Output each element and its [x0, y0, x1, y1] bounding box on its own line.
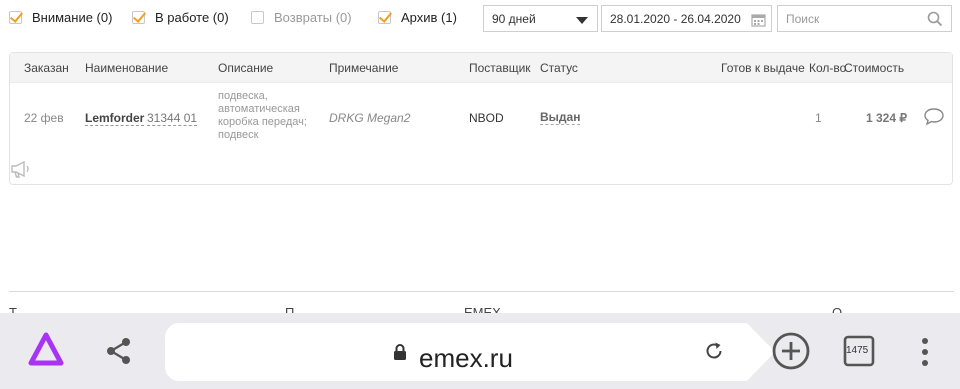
column-header-quantity: Кол-во [809, 61, 847, 75]
column-header-ordered: Заказан [24, 61, 69, 75]
checkbox-box[interactable] [378, 10, 391, 24]
checkbox-box[interactable] [251, 10, 264, 24]
column-header-name: Наименование [85, 61, 169, 75]
browser-toolbar: emex.ru 1475 [0, 313, 960, 389]
url-text[interactable]: emex.ru [419, 343, 513, 374]
lock-icon [393, 343, 407, 366]
reload-icon[interactable] [703, 340, 725, 367]
footer-text: EMEX [464, 305, 501, 313]
filter-archive-checkbox[interactable]: Архив (1) [378, 8, 457, 26]
column-header-price: Стоимость [844, 61, 905, 75]
chevron-down-icon [576, 17, 588, 24]
tab-count: 1475 [846, 345, 869, 356]
orders-table: Заказан Наименование Описание Примечание… [9, 52, 953, 185]
column-header-status: Статус [540, 61, 578, 75]
column-header-ready: Готов к выдаче [721, 61, 805, 75]
footer-text: Т [9, 305, 17, 313]
item-description: подвеска, автоматическая коробка передач… [218, 90, 307, 141]
column-header-supplier: Поставщик [469, 61, 531, 75]
date-range-input[interactable]: 28.01.2020 - 26.04.2020 [601, 5, 772, 32]
footer-text: О [832, 305, 843, 313]
menu-icon[interactable] [921, 337, 929, 372]
filter-bar: Внимание (0) В работе (0) Возвраты (0) А… [0, 0, 960, 36]
brand-link[interactable]: Lemforder [85, 111, 145, 126]
checkbox-box[interactable] [132, 10, 145, 24]
item-quantity: 1 [815, 111, 822, 125]
search-input[interactable]: Поиск [777, 5, 952, 32]
footer-divider [9, 291, 954, 292]
item-note: DRKG Megan2 [329, 111, 411, 125]
tabs-icon[interactable]: 1475 [843, 335, 875, 367]
order-date: 22 фев [24, 111, 64, 125]
item-price: 1 324 ₽ [866, 111, 907, 125]
megaphone-icon[interactable] [10, 160, 32, 181]
period-select-value: 90 дней [492, 11, 536, 26]
filter-in-work-label: В работе (0) [155, 9, 229, 25]
filter-archive-label: Архив (1) [401, 9, 457, 25]
filter-attention-label: Внимание (0) [32, 9, 113, 25]
filter-returns-label: Возвраты (0) [274, 9, 352, 25]
share-icon[interactable] [104, 336, 134, 371]
column-header-note: Примечание [329, 61, 399, 75]
comment-icon[interactable] [923, 107, 945, 130]
page: Внимание (0) В работе (0) Возвраты (0) А… [0, 0, 960, 389]
new-tab-icon[interactable] [771, 331, 811, 376]
item-supplier: NBOD [469, 111, 504, 125]
filter-attention-checkbox[interactable]: Внимание (0) [9, 8, 112, 26]
address-bar[interactable]: emex.ru [165, 323, 775, 381]
footer-text: П [285, 305, 295, 313]
calendar-icon[interactable] [751, 12, 766, 30]
status-badge[interactable]: Выдан [540, 110, 581, 125]
checkbox-box[interactable] [9, 10, 22, 24]
alice-icon[interactable] [27, 332, 65, 373]
filter-in-work-checkbox[interactable]: В работе (0) [132, 8, 229, 26]
column-header-description: Описание [218, 61, 274, 75]
table-header: Заказан Наименование Описание Примечание… [10, 53, 952, 83]
date-range-value: 28.01.2020 - 26.04.2020 [610, 11, 741, 26]
period-select[interactable]: 90 дней [483, 5, 598, 32]
filter-returns-checkbox[interactable]: Возвраты (0) [251, 8, 352, 26]
search-icon[interactable] [927, 11, 943, 30]
article-link[interactable]: 31344 01 [147, 111, 198, 126]
search-placeholder: Поиск [786, 11, 820, 26]
